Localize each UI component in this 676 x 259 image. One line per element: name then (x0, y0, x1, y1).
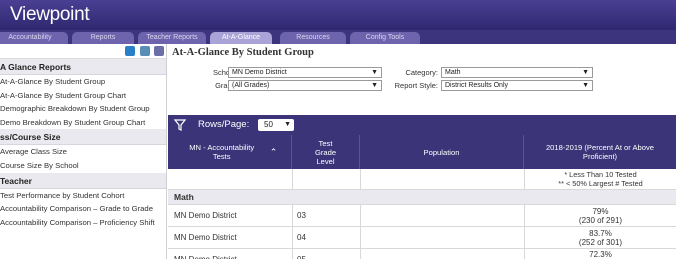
row-percent: 83.7% (252 of 301) (524, 227, 676, 248)
table-cell: * Less Than 10 Tested ** < 50% Largest #… (524, 169, 676, 189)
column-header-percent[interactable]: 2018-2019 (Percent At or Above Proficien… (524, 135, 676, 169)
row-population (360, 205, 524, 226)
sidebar-item[interactable]: Accountability Comparison – Proficiency … (0, 216, 166, 230)
page-title: At-A-Glance By Student Group (172, 47, 314, 58)
chevron-down-icon: ▼ (284, 121, 291, 128)
category-select[interactable]: Math ▼ (441, 67, 593, 78)
percent-detail: (252 of 301) (578, 237, 623, 247)
note-less-than-10: * Less Than 10 Tested (564, 170, 637, 179)
tab-config-tools[interactable]: Config Tools (350, 32, 420, 44)
table-cell (360, 169, 524, 189)
tab-at-a-glance[interactable]: At-A-Glance (210, 32, 272, 44)
column-header-label: Population (423, 147, 460, 157)
grade-value: (All Grades) (232, 82, 270, 89)
row-name: MN Demo District (174, 211, 237, 220)
chevron-down-icon: ▼ (582, 82, 589, 89)
report-style-select[interactable]: District Results Only ▼ (441, 80, 593, 91)
rows-per-page-value: 50 (264, 120, 273, 129)
export-icon[interactable] (140, 46, 150, 56)
sidebar-item[interactable]: Test Performance by Student Cohort (0, 189, 166, 203)
school-value: MN Demo District (232, 69, 287, 76)
sidebar-item[interactable]: Average Class Size (0, 145, 166, 159)
table-cell (292, 169, 360, 189)
tab-reports[interactable]: Reports (72, 32, 134, 44)
row-grade: 03 (292, 205, 360, 226)
row-population (360, 249, 524, 259)
sidebar-section-title: Teacher (0, 172, 166, 189)
sidebar: A Glance Reports At-A-Glance By Student … (0, 44, 167, 259)
sidebar-section-title: A Glance Reports (0, 59, 166, 75)
sidebar-section-title: ss/Course Size (0, 129, 166, 146)
column-header-label: MN - Accountability Tests (189, 143, 255, 161)
row-grade: 04 (292, 227, 360, 248)
sidebar-item[interactable]: Accountability Comparison – Grade to Gra… (0, 202, 166, 216)
tab-accountability[interactable]: Accountability (0, 32, 68, 44)
table-row: * Less Than 10 Tested ** < 50% Largest #… (168, 169, 676, 190)
rows-per-page-label: Rows/Page: (198, 119, 250, 130)
app-title: Viewpoint (10, 4, 90, 25)
column-header-label: Test Grade Level (314, 138, 337, 166)
category-value: Math (445, 69, 461, 76)
sort-up-icon[interactable]: ⌃ (270, 147, 278, 157)
row-population (360, 227, 524, 248)
tab-teacher-reports[interactable]: Teacher Reports (138, 32, 206, 44)
tab-resources[interactable]: Resources (280, 32, 346, 44)
sidebar-item[interactable]: Demo Breakdown By Student Group Chart (0, 116, 166, 130)
filter-icon[interactable] (174, 119, 186, 131)
table-group-row: Math (168, 190, 676, 205)
app-header: Viewpoint (0, 0, 676, 30)
tab-bar: Accountability Reports Teacher Reports A… (0, 30, 676, 44)
percent-value: 72.3% (589, 250, 612, 259)
note-largest-tested: ** < 50% Largest # Tested (558, 179, 643, 188)
table-header: MN - Accountability Tests ⌃ Test Grade L… (168, 135, 676, 169)
row-percent: 72.3% (524, 249, 676, 259)
print-icon[interactable] (125, 46, 135, 56)
grid-toolbar: Rows/Page: 50 ▼ (168, 115, 676, 135)
table-row[interactable]: MN Demo District 05 72.3% (168, 249, 676, 259)
column-header-tests[interactable]: MN - Accountability Tests ⌃ (168, 135, 292, 169)
sidebar-item[interactable]: Course Size By School (0, 159, 166, 173)
column-header-grade[interactable]: Test Grade Level (292, 135, 360, 169)
report-style-label: Report Style: (394, 81, 438, 90)
rows-per-page-select[interactable]: 50 ▼ (258, 119, 294, 131)
report-style-value: District Results Only (445, 82, 509, 89)
percent-value: 83.7% (589, 228, 612, 238)
grid-icon[interactable] (154, 46, 164, 56)
row-name: MN Demo District (174, 249, 237, 259)
row-percent: 79% (230 of 291) (524, 205, 676, 226)
category-label: Category: (405, 68, 438, 77)
sidebar-item[interactable]: At-A-Glance By Student Group Chart (0, 89, 166, 103)
column-header-label: 2018-2019 (Percent At or Above Proficien… (545, 143, 655, 161)
table-row[interactable]: MN Demo District 04 83.7% (252 of 301) (168, 227, 676, 249)
row-name: MN Demo District (174, 233, 237, 242)
row-grade: 05 (292, 249, 360, 259)
percent-value: 79% (592, 206, 609, 216)
sidebar-item[interactable]: At-A-Glance By Student Group (0, 75, 166, 89)
table-row[interactable]: MN Demo District 03 79% (230 of 291) (168, 205, 676, 227)
chevron-down-icon: ▼ (582, 69, 589, 76)
sidebar-toolbar (0, 44, 166, 59)
main-panel: At-A-Glance By Student Group School: MN … (168, 44, 676, 259)
sidebar-item[interactable]: Demographic Breakdown By Student Group (0, 102, 166, 116)
group-label: Math (174, 192, 194, 202)
column-header-population[interactable]: Population (360, 135, 524, 169)
percent-detail: (230 of 291) (578, 215, 623, 225)
